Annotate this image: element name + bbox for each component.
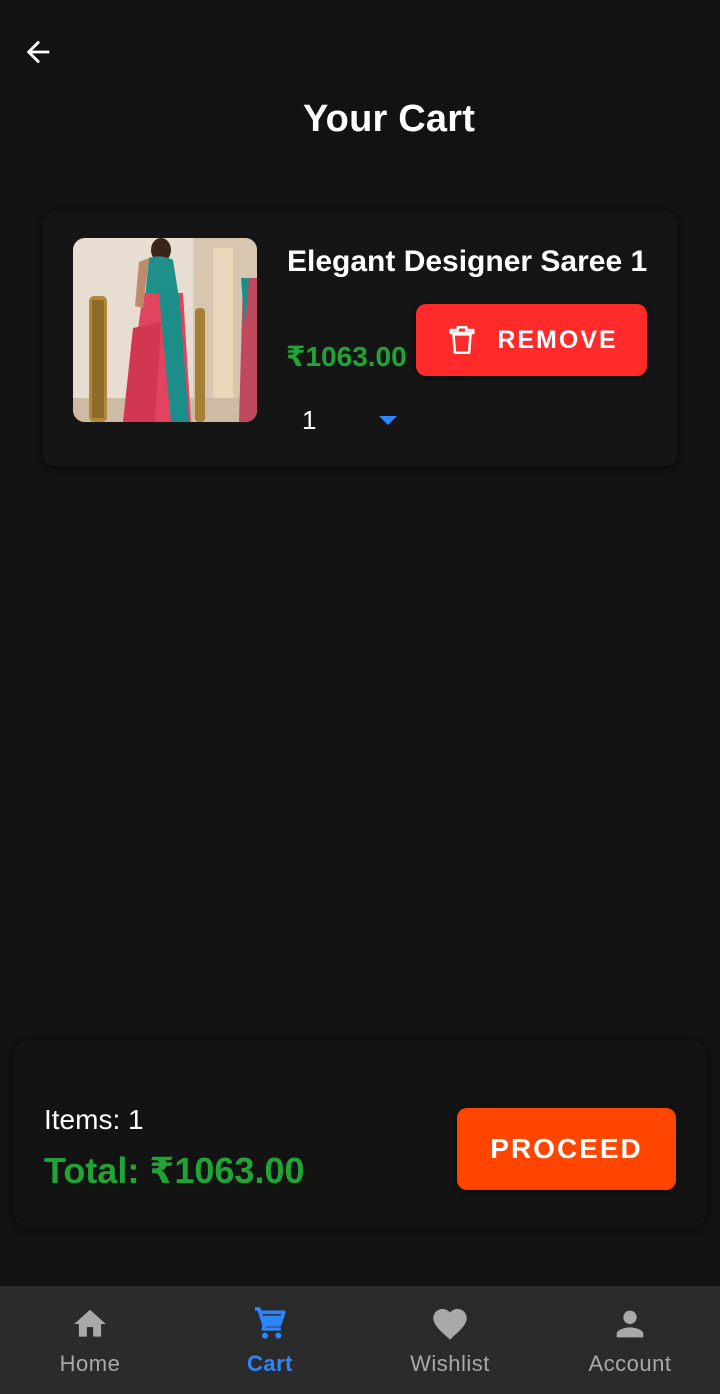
quantity-value: 1 — [302, 404, 317, 435]
nav-label-wishlist: Wishlist — [410, 1351, 490, 1376]
proceed-button[interactable]: PROCEED — [457, 1108, 676, 1190]
nav-item-cart[interactable]: Cart — [180, 1286, 360, 1394]
cart-summary: Items: 1 Total: ₹1063.00 PROCEED — [14, 1040, 706, 1228]
cart-icon — [250, 1304, 290, 1344]
product-image[interactable] — [73, 238, 257, 422]
nav-item-wishlist[interactable]: Wishlist — [360, 1286, 540, 1394]
items-count: Items: 1 — [44, 1104, 144, 1135]
page-title: Your Cart — [302, 98, 476, 140]
nav-label-home: Home — [59, 1351, 121, 1376]
remove-button[interactable]: REMOVE — [416, 304, 647, 376]
nav-label-cart: Cart — [246, 1351, 293, 1376]
saree-photo — [73, 238, 257, 422]
product-price: ₹1063.00 — [286, 341, 407, 372]
nav-item-account[interactable]: Account — [540, 1286, 720, 1394]
heart-icon — [430, 1304, 470, 1344]
account-icon — [610, 1304, 650, 1344]
cart-item-card: Elegant Designer Saree 1 ₹1063.00 1 REMO… — [42, 212, 678, 466]
bottom-navigation: Home Cart Wishlist Account — [0, 1286, 720, 1394]
nav-item-home[interactable]: Home — [0, 1286, 180, 1394]
nav-label-account: Account — [588, 1351, 672, 1376]
back-button[interactable] — [14, 28, 62, 76]
cart-total: Total: ₹1063.00 — [44, 1150, 305, 1191]
home-icon — [70, 1304, 110, 1344]
quantity-dropdown[interactable]: 1 — [286, 398, 416, 442]
arrow-left-icon — [26, 40, 50, 64]
product-name: Elegant Designer Saree 1 — [287, 245, 648, 278]
trash-icon — [449, 325, 475, 355]
chevron-down-icon — [379, 416, 397, 425]
remove-label: REMOVE — [497, 325, 618, 354]
